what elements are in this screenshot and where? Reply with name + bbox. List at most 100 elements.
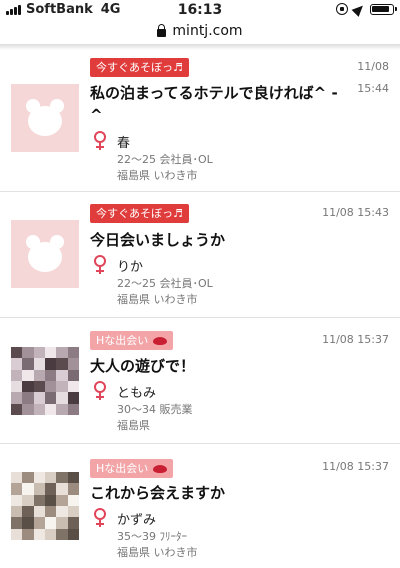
post-date-time: 15:44 <box>357 82 389 95</box>
status-bar: SoftBank 4G 16:13 <box>0 0 400 20</box>
mosaic-tile <box>67 472 79 484</box>
mosaic-tile <box>33 517 45 529</box>
post-item[interactable]: 今すぐあそぼっ♬ 11/08 15:44 私の泊まってるホテルで良ければ^ - … <box>0 44 400 192</box>
mosaic-tile <box>22 358 34 370</box>
mosaic-tile <box>33 528 45 540</box>
category-label: Hな出会い <box>96 334 149 347</box>
post-list: 今すぐあそぼっ♬ 11/08 15:44 私の泊まってるホテルで良ければ^ - … <box>0 44 400 568</box>
female-icon <box>93 508 107 528</box>
mosaic-tile <box>22 494 34 506</box>
status-right <box>336 1 397 17</box>
lips-icon <box>153 336 168 345</box>
poster-age-job: 30～34 販売業 <box>117 403 193 416</box>
mosaic-tile <box>67 494 79 506</box>
rotation-lock-icon <box>336 3 348 15</box>
avatar-photo <box>11 347 79 415</box>
mosaic-tile <box>56 369 68 381</box>
female-icon <box>93 255 107 275</box>
mosaic-tile <box>44 472 57 484</box>
post-title[interactable]: 私の泊まってるホテルで良ければ^ - ^ <box>90 82 340 126</box>
url-bar[interactable]: mintj.com <box>0 20 400 42</box>
poster-age-job: 35～39 ﾌﾘｰﾀｰ <box>117 530 187 543</box>
poster-name: 春 <box>117 136 131 151</box>
mosaic-tile <box>22 380 34 393</box>
mosaic-tile <box>33 472 45 484</box>
post-date-day: 11/08 <box>357 60 389 73</box>
mosaic-tile <box>11 528 23 540</box>
url-domain: mintj.com <box>172 23 243 39</box>
avatar-photo <box>11 472 79 540</box>
female-icon <box>93 381 107 401</box>
mosaic-tile <box>22 347 34 359</box>
lips-icon <box>153 464 168 473</box>
post-title[interactable]: これから会えますか <box>90 482 340 504</box>
mosaic-tile <box>11 380 23 393</box>
mosaic-tile <box>44 392 57 404</box>
avatar-placeholder <box>11 220 79 288</box>
mosaic-tile <box>67 528 79 540</box>
mosaic-tile <box>22 528 34 540</box>
mosaic-tile <box>67 347 79 359</box>
bear-head-icon <box>28 242 62 272</box>
mosaic-tile <box>33 494 45 506</box>
category-badge: Hな出会い <box>90 331 174 350</box>
mosaic-tile <box>44 347 57 359</box>
mosaic-tile <box>67 483 79 495</box>
mosaic-tile <box>11 347 23 359</box>
category-badge: 今すぐあそぼっ♬ <box>90 204 189 223</box>
mosaic-tile <box>67 517 79 529</box>
poster-name: かずみ <box>117 513 157 528</box>
category-label: 今すぐあそぼっ♬ <box>96 61 183 74</box>
mosaic-tile <box>56 528 68 540</box>
lock-icon <box>157 24 167 37</box>
post-item[interactable]: 今すぐあそぼっ♬ 11/08 15:43 今日会いましょうか りか 22～25 … <box>0 192 400 318</box>
mosaic-tile <box>44 517 57 529</box>
category-label: 今すぐあそぼっ♬ <box>96 207 183 220</box>
post-date: 11/08 15:37 <box>322 460 389 473</box>
mosaic-tile <box>67 392 79 404</box>
post-date: 11/08 15:44 <box>357 56 389 100</box>
mosaic-tile <box>33 358 45 370</box>
mosaic-tile <box>44 483 57 495</box>
mosaic-tile <box>33 347 45 359</box>
location-arrow-icon <box>351 1 367 17</box>
female-icon <box>93 131 107 151</box>
post-title[interactable]: 大人の遊びで！ <box>90 355 340 377</box>
mosaic-tile <box>56 494 68 506</box>
mosaic-tile <box>56 517 68 529</box>
mosaic-tile <box>56 472 68 484</box>
mosaic-tile <box>11 369 23 381</box>
poster-age-job: 22～25 会社員･OL <box>117 277 213 290</box>
mosaic-tile <box>56 483 68 495</box>
category-badge: Hな出会い <box>90 459 174 478</box>
mosaic-tile <box>67 505 79 518</box>
mosaic-tile <box>22 472 34 484</box>
post-title[interactable]: 今日会いましょうか <box>90 229 340 251</box>
category-badge: 今すぐあそぼっ♬ <box>90 58 189 77</box>
mosaic-tile <box>56 403 68 415</box>
poster-location: 福島県 <box>117 419 150 432</box>
poster-location: 福島県 いわき市 <box>117 169 198 182</box>
mosaic-tile <box>56 358 68 370</box>
mosaic-tile <box>44 505 57 518</box>
poster-location: 福島県 いわき市 <box>117 546 198 559</box>
poster-name: ともみ <box>117 386 157 401</box>
mosaic-tile <box>11 358 23 370</box>
header-shadow <box>0 44 400 50</box>
avatar-placeholder <box>11 84 79 152</box>
mosaic-tile <box>22 517 34 529</box>
poster-location: 福島県 いわき市 <box>117 293 198 306</box>
mosaic-tile <box>33 369 45 381</box>
mosaic-tile <box>11 472 23 484</box>
mosaic-tile <box>11 494 23 506</box>
post-item[interactable]: Hな出会い 11/08 15:37 大人の遊びで！ ともみ 30～34 販売業 … <box>0 318 400 444</box>
mosaic-tile <box>67 380 79 393</box>
post-item[interactable]: Hな出会い 11/08 15:37 これから会えますか かずみ 35～39 ﾌﾘ… <box>0 444 400 568</box>
mosaic-tile <box>44 494 57 506</box>
poster-age-job: 22～25 会社員･OL <box>117 153 213 166</box>
mosaic-tile <box>56 347 68 359</box>
mosaic-tile <box>56 505 68 518</box>
post-date: 11/08 15:37 <box>322 333 389 346</box>
mosaic-tile <box>56 392 68 404</box>
mosaic-tile <box>44 380 57 393</box>
